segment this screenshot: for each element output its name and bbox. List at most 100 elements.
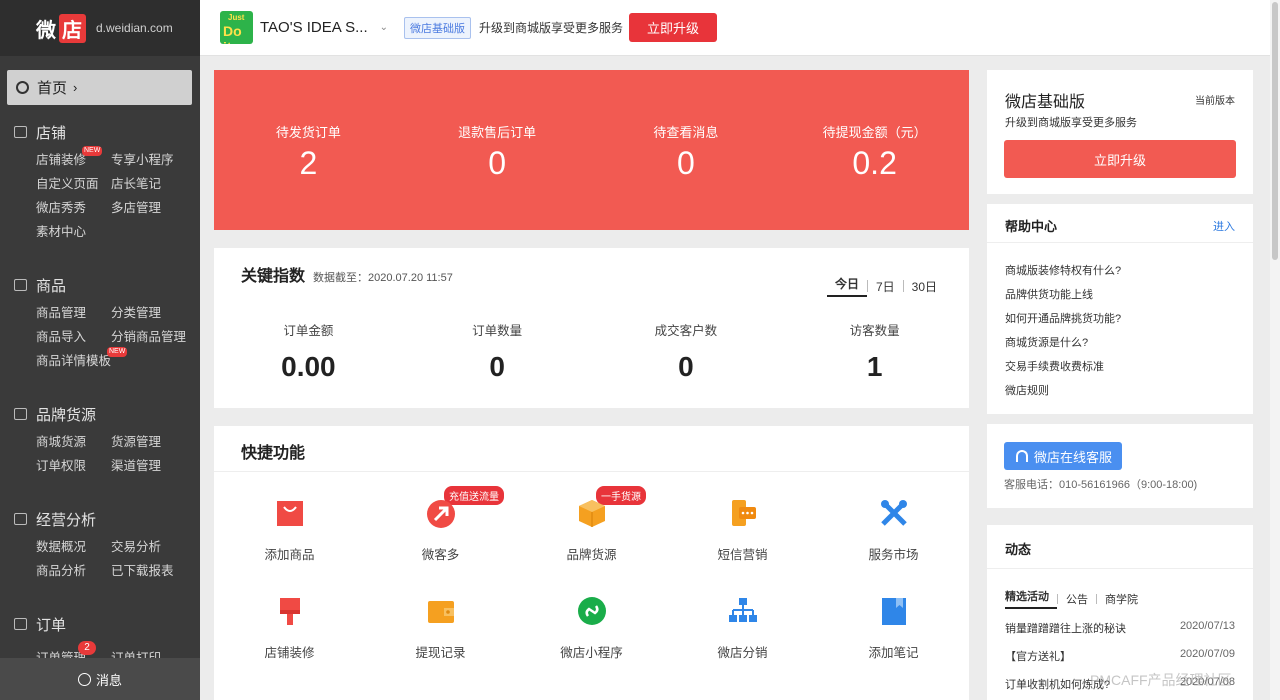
- tab-academy[interactable]: 商学院: [1105, 591, 1146, 607]
- sidebar-item-goods-import[interactable]: 商品导入: [36, 328, 111, 347]
- sidebar-item-source-manage[interactable]: 货源管理: [111, 433, 201, 452]
- sidebar-item-reports[interactable]: 已下载报表: [111, 562, 201, 581]
- help-link[interactable]: 商城货源是什么?: [1005, 334, 1121, 358]
- tab-featured[interactable]: 精选活动: [1005, 588, 1057, 609]
- stat-withdrawable[interactable]: 待提现金额（元） 0.2: [780, 70, 969, 230]
- tab-7-days[interactable]: 7日: [868, 278, 903, 295]
- online-service-button[interactable]: 微店在线客服: [1004, 442, 1122, 470]
- scrollbar[interactable]: [1270, 0, 1280, 700]
- quick-add-goods[interactable]: 添加商品: [214, 498, 365, 562]
- shop-logo[interactable]: Just Do it: [220, 11, 253, 44]
- logo-box: 店: [59, 13, 86, 43]
- sidebar-item-shop-decor[interactable]: 店铺装修 NEW: [36, 146, 111, 170]
- tab-today[interactable]: 今日: [826, 275, 867, 297]
- weidian-logo[interactable]: 微店: [36, 13, 86, 43]
- tab-30-days[interactable]: 30日: [904, 278, 945, 295]
- messages-label: 消息: [95, 672, 122, 688]
- shop-name[interactable]: TAO'S IDEA S...: [260, 19, 368, 36]
- sidebar-item-trade-analysis[interactable]: 交易分析: [111, 538, 201, 557]
- home-icon: [14, 126, 27, 138]
- sidebar-section-title[interactable]: 品牌货源: [0, 404, 200, 424]
- quick-add-note[interactable]: 添加笔记: [818, 596, 969, 660]
- sidebar-section-title[interactable]: 经营分析: [0, 509, 200, 529]
- sidebar-item-mall-source[interactable]: 商城货源: [36, 433, 111, 452]
- sidebar-item-distribution-goods[interactable]: 分销商品管理: [111, 328, 201, 347]
- sidebar-item-channel-manage[interactable]: 渠道管理: [111, 457, 201, 476]
- quick-brand-source[interactable]: 一手货源 品牌货源: [516, 486, 667, 562]
- sidebar-item-data-overview[interactable]: 数据概况: [36, 538, 111, 557]
- upgrade-button[interactable]: 立即升级: [1004, 140, 1236, 178]
- news-tabs: 精选活动 公告 商学院: [1005, 588, 1146, 609]
- sidebar-item-detail-template[interactable]: 商品详情模板 NEW: [36, 347, 128, 371]
- messages-button[interactable]: 消息: [0, 658, 200, 700]
- key-metrics-card: 关键指数 数据截至：2020.07.20 11:57 今日 7日 30日 订单金…: [214, 248, 969, 408]
- chat-icon: [77, 672, 91, 686]
- sidebar-section-shop: 店铺 店铺装修 NEW 专享小程序 自定义页面 店长笔记 微店秀秀 多店管理 素材…: [0, 122, 200, 242]
- sidebar-item-category[interactable]: 分类管理: [111, 304, 201, 323]
- header-upgrade-button[interactable]: 立即升级: [629, 13, 718, 42]
- quick-weikeduo[interactable]: 充值送流量 微客多: [365, 486, 516, 562]
- metric-order-amount: 订单金额 0.00: [281, 324, 336, 382]
- tab-announcements[interactable]: 公告: [1066, 591, 1096, 607]
- sidebar-home-label: 首页: [37, 80, 68, 97]
- quick-shop-decor[interactable]: 店铺装修: [214, 596, 365, 660]
- sidebar-section-title[interactable]: 店铺: [0, 122, 200, 142]
- headset-icon: [1016, 450, 1028, 462]
- tools-icon: [880, 500, 907, 526]
- sidebar-section-brand: 品牌货源 商城货源 货源管理 订单权限 渠道管理: [0, 404, 200, 476]
- stat-refund-orders[interactable]: 退款售后订单 0: [403, 70, 592, 230]
- note-icon: [881, 598, 906, 625]
- metric-customers: 成交客户数 0: [654, 324, 718, 382]
- version-tip: 升级到商城版享受更多服务: [1005, 117, 1137, 129]
- help-title: 帮助中心: [1005, 219, 1058, 234]
- sidebar-item-notes[interactable]: 店长笔记: [111, 175, 201, 194]
- sidebar-section-title[interactable]: 订单: [0, 614, 200, 634]
- metric-order-count: 订单数量 0: [472, 324, 523, 382]
- order-count-badge: 2: [78, 641, 96, 655]
- mini-program-icon: [577, 597, 606, 625]
- sidebar-item-multi-shop[interactable]: 多店管理: [111, 199, 201, 218]
- help-enter-link[interactable]: 进入: [1213, 218, 1235, 234]
- shopping-bag-icon: [276, 501, 303, 526]
- news-item[interactable]: 销量蹭蹭蹭往上涨的秘诀 2020/07/13: [1005, 620, 1235, 648]
- sidebar-item-home[interactable]: 首页 ›: [7, 70, 192, 105]
- new-badge: NEW: [107, 347, 128, 357]
- scroll-thumb[interactable]: [1272, 2, 1278, 260]
- metric-visitors: 访客数量 1: [849, 324, 900, 382]
- quick-service-market[interactable]: 服务市场: [818, 498, 969, 562]
- todo-stats-card: 待发货订单 2 退款售后订单 0 待查看消息 0 待提现金额（元） 0.2: [214, 70, 969, 230]
- wallet-icon: [427, 601, 454, 623]
- sidebar-section-goods: 商品 商品管理 分类管理 商品导入 分销商品管理 商品详情模板 NEW: [0, 275, 200, 371]
- quick-sms-marketing[interactable]: 短信营销: [667, 498, 818, 562]
- sidebar-item-show[interactable]: 微店秀秀: [36, 199, 111, 218]
- help-link[interactable]: 商城版装修特权有什么?: [1005, 262, 1121, 286]
- customer-service-card: 微店在线客服 客服电话：010-56161966（9:00-18:00): [987, 424, 1253, 508]
- help-link[interactable]: 交易手续费收费标准: [1005, 358, 1121, 382]
- help-link[interactable]: 微店规则: [1005, 382, 1121, 406]
- help-link[interactable]: 品牌供货功能上线: [1005, 286, 1121, 310]
- version-card: 微店基础版 当前版本 升级到商城版享受更多服务 立即升级: [987, 70, 1253, 194]
- sidebar-section-title[interactable]: 商品: [0, 275, 200, 295]
- sidebar-item-custom-page[interactable]: 自定义页面: [36, 175, 111, 194]
- bag-icon: [14, 279, 27, 291]
- sidebar-item-materials[interactable]: 素材中心: [36, 223, 111, 242]
- chevron-down-icon[interactable]: ⌄: [380, 22, 388, 33]
- quick-functions-card: 快捷功能 添加商品 充值送流量 微客多 一手货源 品牌货源 短信营销 服务市场 …: [214, 426, 969, 700]
- stat-unread-messages[interactable]: 待查看消息 0: [592, 70, 781, 230]
- sidebar-header: 微店 d.weidian.com: [0, 0, 200, 56]
- sidebar-item-order-permission[interactable]: 订单权限: [36, 457, 111, 476]
- growth-arrow-icon: [426, 500, 455, 528]
- stat-pending-shipment[interactable]: 待发货订单 2: [214, 70, 403, 230]
- quick-withdraw-records[interactable]: 提现记录: [365, 596, 516, 660]
- sidebar-item-goods-analysis[interactable]: 商品分析: [36, 562, 111, 581]
- quick-distribution[interactable]: 微店分销: [667, 596, 818, 660]
- help-link[interactable]: 如何开通品牌挑货功能?: [1005, 310, 1121, 334]
- chart-icon: [14, 513, 27, 525]
- quick-mini-program[interactable]: 微店小程序: [516, 596, 667, 660]
- sidebar-item-goods-manage[interactable]: 商品管理: [36, 304, 111, 323]
- current-version-label: 当前版本: [1195, 96, 1235, 107]
- brand-icon: [14, 408, 27, 420]
- version-badge: 微店基础版: [404, 16, 472, 39]
- sidebar-item-mini-program[interactable]: 专享小程序: [111, 151, 201, 170]
- news-title: 动态: [1005, 542, 1032, 557]
